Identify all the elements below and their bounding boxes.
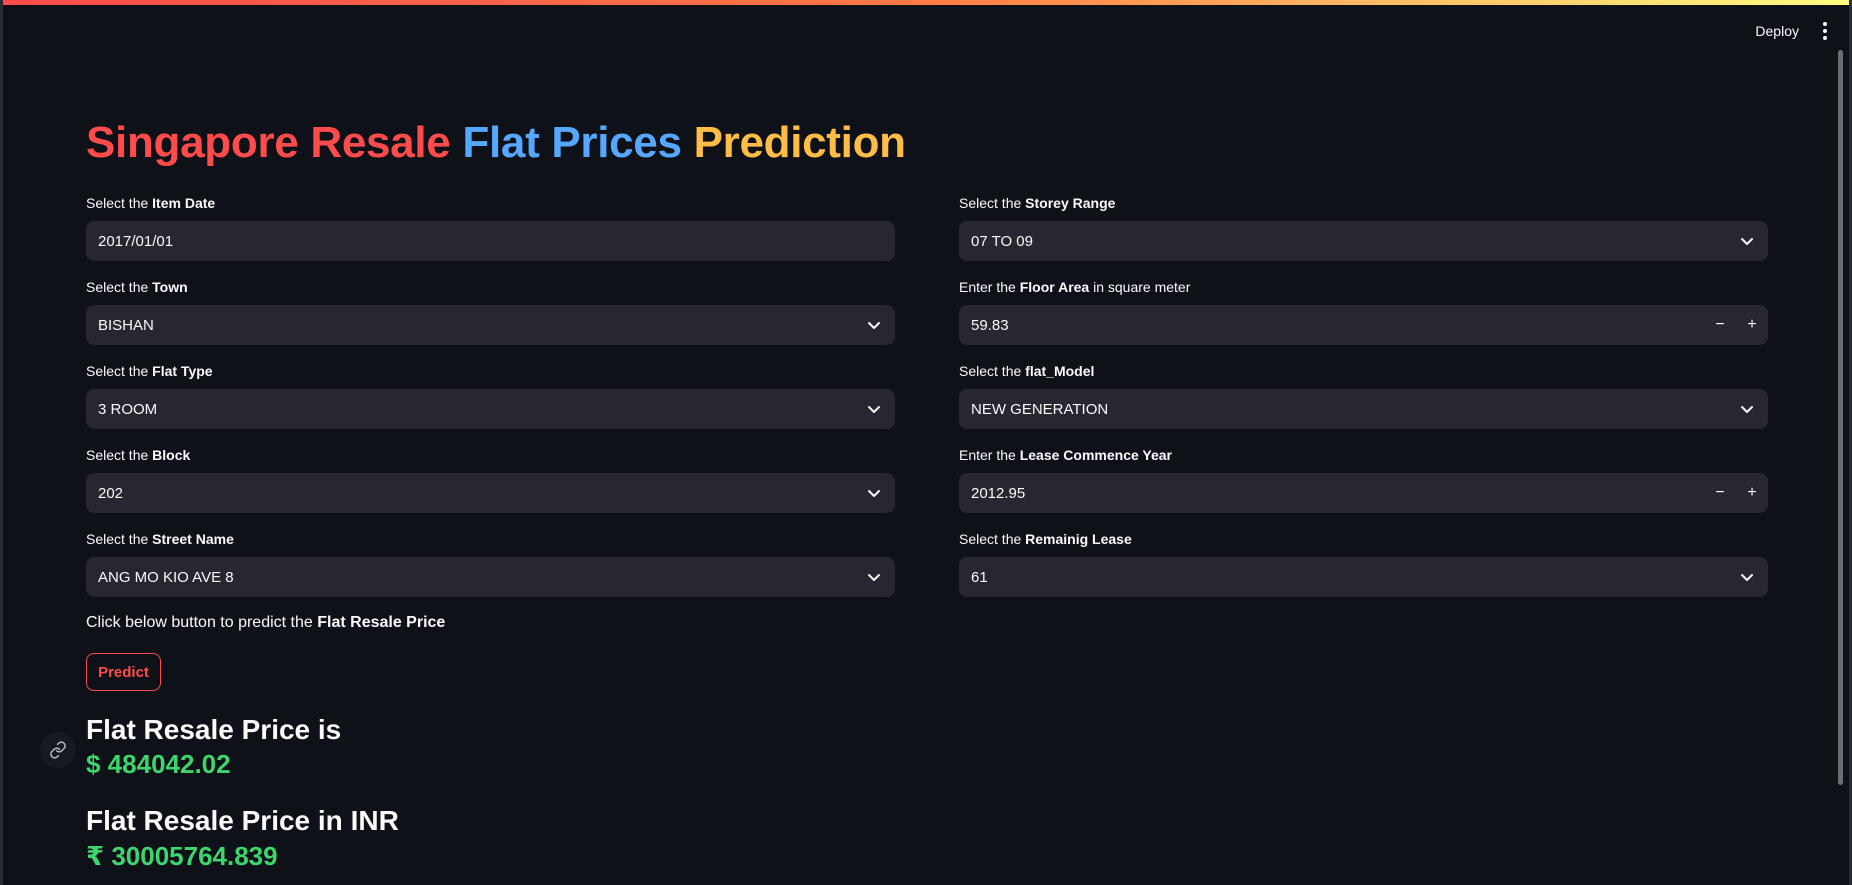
chevron-down-icon — [1741, 238, 1753, 245]
street-name-field: Select the Street Name ANG MO KIO AVE 8 — [86, 529, 895, 597]
storey-range-select[interactable]: 07 TO 09 — [959, 221, 1768, 261]
street-name-select[interactable]: ANG MO KIO AVE 8 — [86, 557, 895, 597]
town-label: Select the Town — [86, 279, 188, 295]
floor-area-value: 59.83 — [971, 316, 1009, 334]
decrement-button[interactable]: − — [1704, 473, 1736, 513]
floor-area-label: Enter the Floor Area in square meter — [959, 279, 1191, 295]
flat-type-field: Select the Flat Type 3 ROOM — [86, 361, 895, 429]
flat-type-select[interactable]: 3 ROOM — [86, 389, 895, 429]
title-part-1: Singapore Resale — [86, 118, 451, 167]
scrollbar[interactable] — [1838, 50, 1843, 785]
remaining-lease-label: Select the Remainig Lease — [959, 531, 1132, 547]
flat-type-value: 3 ROOM — [98, 400, 158, 418]
app-frame: Deploy Singapore Resale Flat Prices Pred… — [0, 0, 1852, 885]
floor-area-field: Enter the Floor Area in square meter 59.… — [959, 277, 1768, 345]
header-decoration — [3, 0, 1849, 5]
chevron-down-icon — [868, 490, 880, 497]
storey-range-field: Select the Storey Range 07 TO 09 — [959, 193, 1768, 261]
chevron-down-icon — [1741, 406, 1753, 413]
street-name-label: Select the Street Name — [86, 531, 234, 547]
lease-commence-input[interactable]: 2012.95 − + — [959, 473, 1768, 513]
storey-range-value: 07 TO 09 — [971, 232, 1033, 250]
chevron-down-icon — [868, 574, 880, 581]
decrement-button[interactable]: − — [1704, 305, 1736, 345]
block-field: Select the Block 202 — [86, 445, 895, 513]
item-date-input[interactable]: 2017/01/01 — [86, 221, 895, 261]
chevron-down-icon — [868, 406, 880, 413]
title-part-2: Flat Prices — [462, 118, 682, 167]
chevron-down-icon — [1741, 574, 1753, 581]
menu-icon[interactable] — [1821, 18, 1829, 44]
usd-price-heading: Flat Resale Price is — [86, 714, 342, 745]
usd-price-value: $ 484042.02 — [86, 749, 231, 779]
block-select[interactable]: 202 — [86, 473, 895, 513]
street-name-value: ANG MO KIO AVE 8 — [98, 568, 234, 586]
floor-area-input[interactable]: 59.83 − + — [959, 305, 1768, 345]
storey-range-label: Select the Storey Range — [959, 195, 1116, 211]
deploy-button[interactable]: Deploy — [1755, 23, 1799, 39]
inr-price-value: ₹ 30005764.839 — [86, 841, 278, 871]
predict-button[interactable]: Predict — [86, 653, 161, 691]
increment-button[interactable]: + — [1736, 305, 1768, 345]
block-value: 202 — [98, 484, 124, 502]
increment-button[interactable]: + — [1736, 473, 1768, 513]
town-field: Select the Town BISHAN — [86, 277, 895, 345]
town-value: BISHAN — [98, 316, 154, 334]
lease-commence-value: 2012.95 — [971, 484, 1026, 502]
link-icon[interactable] — [40, 732, 76, 768]
flat-model-select[interactable]: NEW GENERATION — [959, 389, 1768, 429]
town-select[interactable]: BISHAN — [86, 305, 895, 345]
item-date-label: Select the Item Date — [86, 195, 216, 211]
flat-model-value: NEW GENERATION — [971, 400, 1109, 418]
page-title: Singapore Resale Flat Prices Prediction — [86, 118, 906, 168]
flat-model-field: Select the flat_Model NEW GENERATION — [959, 361, 1768, 429]
lease-commence-stepper: − + — [1704, 473, 1768, 513]
lease-commence-field: Enter the Lease Commence Year 2012.95 − … — [959, 445, 1768, 513]
flat-type-label: Select the Flat Type — [86, 363, 213, 379]
floor-area-stepper: − + — [1704, 305, 1768, 345]
inr-price-heading: Flat Resale Price in INR — [86, 805, 399, 836]
lease-commence-label: Enter the Lease Commence Year — [959, 447, 1172, 463]
predict-hint: Click below button to predict the Flat R… — [86, 614, 446, 631]
item-date-field: Select the Item Date 2017/01/01 — [86, 193, 895, 261]
block-label: Select the Block — [86, 447, 191, 463]
flat-model-label: Select the flat_Model — [959, 363, 1095, 379]
chevron-down-icon — [868, 322, 880, 329]
remaining-lease-value: 61 — [971, 568, 988, 586]
remaining-lease-field: Select the Remainig Lease 61 — [959, 529, 1768, 597]
item-date-value: 2017/01/01 — [98, 232, 174, 250]
remaining-lease-select[interactable]: 61 — [959, 557, 1768, 597]
title-part-3: Prediction — [693, 118, 906, 167]
toolbar: Deploy — [1755, 18, 1829, 44]
